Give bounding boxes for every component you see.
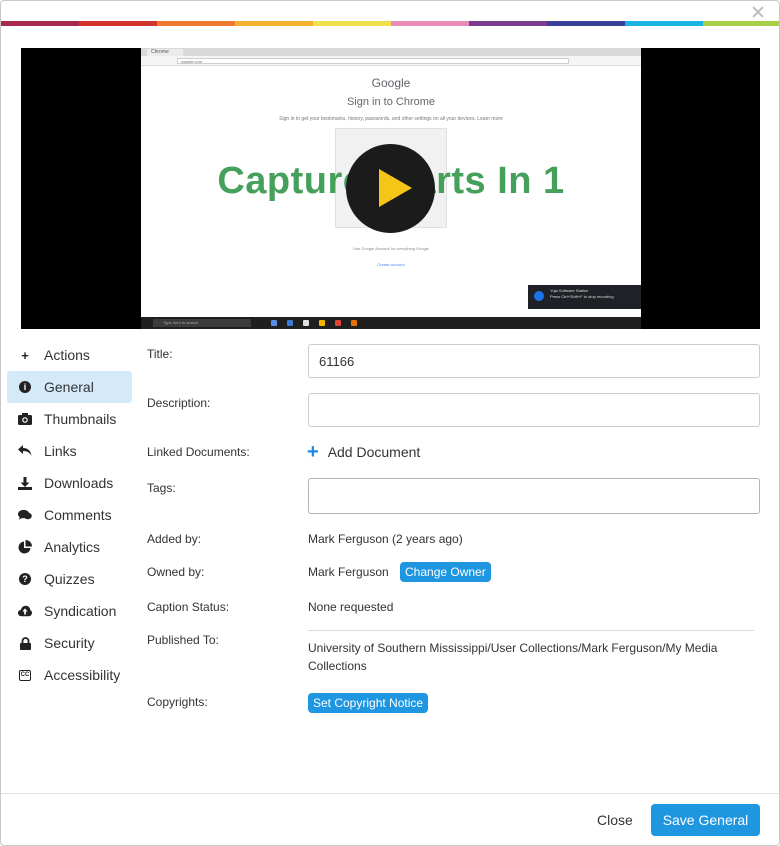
- rainbow-segment: [1, 21, 79, 26]
- rainbow-segment: [703, 21, 779, 26]
- footer-divider: [1, 793, 779, 794]
- rainbow-segment: [157, 21, 235, 26]
- plus-icon: +: [307, 441, 319, 463]
- rainbow-segment: [79, 21, 157, 26]
- copyrights-label: Copyrights:: [147, 695, 208, 709]
- save-general-button[interactable]: Save General: [651, 804, 760, 836]
- sidebar-item-label: Quizzes: [44, 571, 95, 587]
- sidebar-item-label: Syndication: [44, 603, 117, 619]
- sign-in-title: Sign in to Chrome: [346, 96, 436, 108]
- close-icon[interactable]: [751, 5, 765, 19]
- change-owner-button[interactable]: Change Owner: [400, 562, 491, 582]
- tags-label: Tags:: [147, 481, 176, 495]
- sidebar-item-label: Analytics: [44, 539, 101, 555]
- taskbar-app-icon: [335, 320, 341, 326]
- question-icon: ?: [18, 572, 32, 586]
- linked-documents-label: Linked Documents:: [147, 445, 250, 459]
- sidebar-item-syndication[interactable]: Syndication: [7, 595, 132, 627]
- caption-status-value: None requested: [308, 600, 394, 614]
- play-icon[interactable]: [346, 144, 435, 233]
- tags-input[interactable]: [308, 478, 760, 514]
- taskbar-app-icon: [303, 320, 309, 326]
- sign-in-subtitle: Sign in to get your bookmarks, history, …: [279, 116, 503, 122]
- rainbow-segment: [547, 21, 625, 26]
- taskbar-app-icon: [319, 320, 325, 326]
- rainbow-segment: [391, 21, 469, 26]
- added-by-label: Added by:: [147, 532, 202, 546]
- sidebar-item-links[interactable]: Links: [7, 435, 132, 467]
- browser-tab: Chrome: [147, 49, 183, 56]
- rainbow-segment: [469, 21, 547, 26]
- sidebar-item-label: Security: [44, 635, 95, 651]
- description-label: Description:: [147, 396, 211, 410]
- added-by-value: Mark Ferguson (2 years ago): [308, 532, 463, 546]
- reply-arrow-icon: [18, 444, 32, 458]
- toast-text: Yuja Software Station Press Ctrl+Shift+F…: [550, 288, 614, 300]
- taskbar-app-icon: [271, 320, 277, 326]
- sidebar-item-general[interactable]: i General: [7, 371, 132, 403]
- sidebar-item-downloads[interactable]: Downloads: [7, 467, 132, 499]
- browser-address-bar: wayfair.com: [141, 56, 641, 66]
- pie-chart-icon: [18, 540, 32, 554]
- info-icon: i: [18, 380, 32, 394]
- rainbow-segment: [235, 21, 313, 26]
- rainbow-stripe: [1, 21, 779, 26]
- closed-captions-icon: CC: [18, 668, 32, 682]
- sidebar-item-label: Comments: [44, 507, 112, 523]
- info-icon: [534, 291, 544, 301]
- sidebar-item-label: General: [44, 379, 94, 395]
- google-logo: Google: [371, 76, 411, 90]
- set-copyright-button[interactable]: Set Copyright Notice: [308, 693, 429, 713]
- sidebar-item-label: Thumbnails: [44, 411, 117, 427]
- taskbar: Type here to search: [141, 317, 641, 329]
- comments-icon: [18, 508, 32, 522]
- download-icon: [18, 476, 32, 490]
- lock-icon: [18, 636, 32, 650]
- edit-media-dialog: Chrome wayfair.com Google Sign in to Chr…: [0, 0, 780, 846]
- add-document-button[interactable]: + Add Document: [307, 441, 421, 463]
- rainbow-segment: [313, 21, 391, 26]
- sidebar-item-comments[interactable]: Comments: [7, 499, 132, 531]
- browser-tab-bar: Chrome: [141, 48, 641, 56]
- caption-status-label: Caption Status:: [147, 600, 230, 614]
- sidebar-item-analytics[interactable]: Analytics: [7, 531, 132, 563]
- recording-toast: Yuja Software Station Press Ctrl+Shift+F…: [528, 285, 641, 309]
- sidebar-item-label: Downloads: [44, 475, 114, 491]
- sidebar-item-thumbnails[interactable]: Thumbnails: [7, 403, 132, 435]
- owned-by-value: Mark Ferguson: [308, 565, 389, 579]
- sidebar-item-security[interactable]: Security: [7, 627, 132, 659]
- published-to-value: University of Southern Mississippi/User …: [308, 641, 718, 673]
- sidebar-item-label: Actions: [44, 347, 90, 363]
- video-player[interactable]: Chrome wayfair.com Google Sign in to Chr…: [21, 48, 760, 329]
- toast-message: Press Ctrl+Shift+F to stop recording: [550, 294, 614, 299]
- card-footer: Use Google Account for everything Google: [353, 246, 429, 251]
- owned-by-label: Owned by:: [147, 565, 205, 579]
- sidebar-item-label: Links: [44, 443, 77, 459]
- title-input[interactable]: [308, 344, 760, 378]
- add-document-label: Add Document: [327, 444, 421, 460]
- plus-icon: +: [21, 347, 29, 363]
- published-to-label: Published To:: [147, 633, 219, 647]
- sidebar-nav: + Actions i General Thumbnails Links Dow…: [7, 339, 132, 691]
- sidebar-item-quizzes[interactable]: ? Quizzes: [7, 563, 132, 595]
- taskbar-app-icon: [351, 320, 357, 326]
- cloud-upload-icon: [18, 604, 32, 618]
- rainbow-segment: [625, 21, 703, 26]
- taskbar-search: Type here to search: [153, 319, 251, 327]
- taskbar-app-icon: [287, 320, 293, 326]
- sidebar-item-accessibility[interactable]: CC Accessibility: [7, 659, 132, 691]
- browser-address: wayfair.com: [177, 58, 569, 64]
- description-input[interactable]: [308, 393, 760, 427]
- camera-icon: [18, 412, 32, 426]
- title-label: Title:: [147, 347, 173, 361]
- close-button[interactable]: Close: [597, 812, 633, 828]
- sidebar-item-actions[interactable]: + Actions: [7, 339, 132, 371]
- create-account-link: Create account: [377, 262, 405, 267]
- divider: [308, 630, 754, 631]
- sidebar-item-label: Accessibility: [44, 667, 121, 683]
